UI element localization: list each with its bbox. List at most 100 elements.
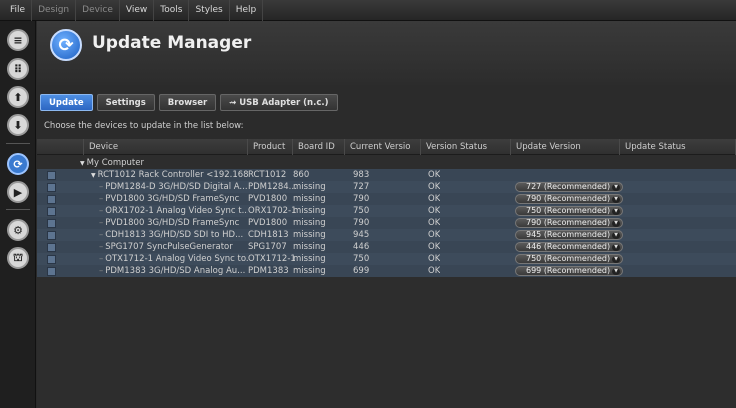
device-cell: – ORX1702-1 Analog Video Sync t... bbox=[99, 205, 248, 217]
column-header[interactable]: Board ID bbox=[293, 139, 345, 155]
column-header[interactable]: Update Status bbox=[620, 139, 736, 155]
device-cell: – PDM1383 3G/HD/SD Analog Au... bbox=[99, 265, 248, 277]
menu-help[interactable]: Help bbox=[230, 0, 264, 21]
tree-line: – bbox=[99, 230, 104, 240]
product-cell: RCT1012 bbox=[248, 170, 287, 180]
row-checkbox[interactable] bbox=[47, 195, 56, 204]
device-name: PVD1800 3G/HD/SD FrameSync bbox=[105, 218, 240, 228]
grid-icon[interactable]: ⠿ bbox=[7, 58, 29, 80]
network-icon[interactable]: ⛫ bbox=[7, 247, 29, 269]
row-checkbox[interactable] bbox=[47, 183, 56, 192]
device-name: RCT1012 Rack Controller <192.168... bbox=[97, 170, 248, 180]
row-checkbox[interactable] bbox=[47, 267, 56, 276]
status-cell: OK bbox=[428, 230, 441, 240]
status-cell: OK bbox=[428, 182, 441, 192]
table-row[interactable]: – PVD1800 3G/HD/SD FrameSync PVD1800 missin… bbox=[37, 217, 736, 229]
menu-device[interactable]: Device bbox=[76, 0, 120, 21]
chevron-down-icon: ▼ bbox=[612, 208, 620, 215]
menu-bar: File Design Device View Tools Styles Help bbox=[0, 0, 736, 21]
update-version-dropdown[interactable]: 699 (Recommended) ▼ bbox=[515, 266, 623, 276]
table-row[interactable]: – CDH1813 3G/HD/SD SDI to HD... CDH1813 mis… bbox=[37, 229, 736, 241]
row-checkbox[interactable] bbox=[47, 255, 56, 264]
status-cell: OK bbox=[428, 170, 441, 180]
update-version-dropdown[interactable]: 446 (Recommended) ▼ bbox=[515, 242, 623, 252]
menu-design[interactable]: Design bbox=[32, 0, 77, 21]
sliders-icon[interactable]: ≡ bbox=[7, 29, 29, 51]
update-version-dropdown[interactable]: 750 (Recommended) ▼ bbox=[515, 206, 623, 216]
row-checkbox[interactable] bbox=[47, 207, 56, 216]
current-cell: 727 bbox=[353, 182, 370, 192]
tab-settings[interactable]: Settings bbox=[96, 94, 155, 111]
device-cell: ▼ RCT1012 Rack Controller <192.168... bbox=[91, 169, 248, 181]
tab-label: Settings bbox=[105, 98, 146, 108]
device-cell: – PDM1284-D 3G/HD/SD Digital A... bbox=[99, 181, 248, 193]
device-name: SPG1707 SyncPulseGenerator bbox=[105, 242, 233, 252]
chevron-down-icon: ▼ bbox=[612, 244, 620, 251]
column-header-select bbox=[37, 139, 84, 155]
menu-tools[interactable]: Tools bbox=[154, 0, 190, 21]
product-cell: PVD1800 bbox=[248, 194, 288, 204]
update-version-value: 446 (Recommended) bbox=[526, 242, 611, 251]
current-cell: 446 bbox=[353, 242, 370, 252]
play-icon[interactable]: ▶ bbox=[7, 181, 29, 203]
tree-line: – bbox=[99, 266, 104, 276]
upload-icon[interactable]: ⬆ bbox=[7, 86, 29, 108]
tree-line: – bbox=[99, 194, 104, 204]
device-cell: – PVD1800 3G/HD/SD FrameSync bbox=[99, 217, 248, 229]
board-cell: missing bbox=[293, 254, 326, 264]
update-version-dropdown[interactable]: 750 (Recommended) ▼ bbox=[515, 254, 623, 264]
current-cell: 790 bbox=[353, 194, 370, 204]
row-checkbox[interactable] bbox=[47, 243, 56, 252]
tab-label: Update bbox=[49, 98, 84, 108]
table-row[interactable]: – SPG1707 SyncPulseGenerator SPG1707 missin… bbox=[37, 241, 736, 253]
chevron-down-icon: ▼ bbox=[612, 220, 620, 227]
row-checkbox[interactable] bbox=[47, 219, 56, 228]
menu-file[interactable]: File bbox=[4, 0, 33, 21]
tab-usb[interactable]: ⇝ USB Adapter (n.c.) bbox=[220, 94, 338, 111]
device-table: Device Product Board ID Current Versio Versi… bbox=[37, 139, 736, 408]
tab-browser[interactable]: Browser bbox=[158, 94, 217, 111]
table-row[interactable]: – OTX1712-1 Analog Video Sync to... OTX171… bbox=[37, 253, 736, 265]
column-header[interactable]: Version Status bbox=[421, 139, 511, 155]
update-version-dropdown[interactable]: 727 (Recommended) ▼ bbox=[515, 182, 623, 192]
column-header[interactable]: Current Versio bbox=[345, 139, 421, 155]
table-row[interactable]: – PVD1800 3G/HD/SD FrameSync PVD1800 missin… bbox=[37, 193, 736, 205]
download-icon[interactable]: ⬇ bbox=[7, 114, 29, 136]
tree-line: – bbox=[99, 242, 104, 252]
update-version-dropdown[interactable]: 790 (Recommended) ▼ bbox=[515, 194, 623, 204]
table-row[interactable]: – ORX1702-1 Analog Video Sync t... ORX1702… bbox=[37, 205, 736, 217]
column-header[interactable]: Update Version bbox=[511, 139, 620, 155]
update-version-dropdown[interactable]: 790 (Recommended) ▼ bbox=[515, 218, 623, 228]
update-icon[interactable]: ⟳ bbox=[7, 153, 29, 175]
controller-row[interactable]: ▼ RCT1012 Rack Controller <192.168... RCT1… bbox=[37, 169, 736, 181]
tab-update[interactable]: Update bbox=[40, 94, 93, 111]
row-checkbox[interactable] bbox=[47, 231, 56, 240]
tree-root-row[interactable]: ▼ My Computer bbox=[37, 157, 736, 169]
update-version-dropdown[interactable]: 945 (Recommended) ▼ bbox=[515, 230, 623, 240]
main-panel: ⟳ Update Manager Update Settings Browser ⇝ … bbox=[37, 21, 736, 408]
board-cell: missing bbox=[293, 182, 326, 192]
menu-styles[interactable]: Styles bbox=[189, 0, 230, 21]
tab-label: Browser bbox=[167, 98, 208, 108]
current-cell: 699 bbox=[353, 266, 370, 276]
update-version-value: 750 (Recommended) bbox=[526, 206, 611, 215]
panel-header: ⟳ Update Manager bbox=[37, 21, 736, 85]
chevron-down-icon: ▼ bbox=[612, 232, 620, 239]
expand-arrow-icon[interactable]: ▼ bbox=[91, 172, 96, 179]
product-cell: PDM1284... bbox=[248, 182, 297, 192]
column-header[interactable]: Product bbox=[248, 139, 293, 155]
board-cell: missing bbox=[293, 194, 326, 204]
chevron-down-icon: ▼ bbox=[612, 256, 620, 263]
product-cell: CDH1813 bbox=[248, 230, 289, 240]
tab-label: USB Adapter (n.c.) bbox=[239, 98, 329, 108]
product-cell: ORX1702-1 bbox=[248, 206, 297, 216]
table-row[interactable]: – PDM1284-D 3G/HD/SD Digital A... PDM1284.… bbox=[37, 181, 736, 193]
table-row[interactable]: – PDM1383 3G/HD/SD Analog Au... PDM1383 mis… bbox=[37, 265, 736, 277]
column-header[interactable]: Device bbox=[84, 139, 248, 155]
menu-view[interactable]: View bbox=[120, 0, 155, 21]
settings-icon[interactable]: ⚙ bbox=[7, 219, 29, 241]
device-cell: – PVD1800 3G/HD/SD FrameSync bbox=[99, 193, 248, 205]
row-checkbox[interactable] bbox=[47, 171, 56, 180]
tree-root-label: ▼ My Computer bbox=[80, 157, 144, 169]
expand-arrow-icon[interactable]: ▼ bbox=[80, 160, 85, 167]
